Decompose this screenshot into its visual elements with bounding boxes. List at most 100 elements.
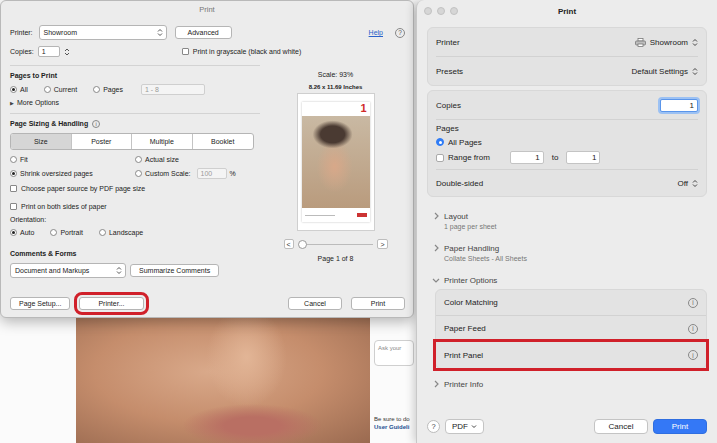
printer-option-row[interactable]: Color Matching i	[436, 290, 706, 316]
dialog-body: Printer Showroom PresetsDefault Settings Co…	[417, 22, 717, 411]
sizing-mode-tab[interactable]: Size	[11, 134, 72, 149]
page-slider[interactable]	[298, 240, 374, 249]
double-sided-label: Double-sided	[436, 179, 483, 188]
printer-label: Printer:	[10, 29, 33, 36]
sizing-radio[interactable]: Actual size	[135, 156, 260, 163]
printer-box: Printer Showroom PresetsDefault Settings	[427, 27, 707, 86]
comments-select[interactable]: Document and Markups	[10, 263, 126, 278]
paper-size: 8.26 x 11.69 Inches	[309, 84, 363, 90]
more-options[interactable]: ▶More Options	[10, 97, 260, 108]
printer-option-row[interactable]: Paper Feedi	[436, 316, 706, 342]
copies-field[interactable]: 1	[660, 99, 698, 112]
radio-label: Pages	[103, 86, 123, 93]
setting-popup[interactable]: Default Settings	[632, 67, 698, 76]
sizing-radio[interactable]: Fit	[10, 156, 135, 163]
range-from-field[interactable]: 1	[510, 151, 544, 164]
zoom-button[interactable]	[450, 7, 458, 15]
footer-button[interactable]: Page Setup...	[10, 297, 70, 310]
updown-icon	[692, 179, 698, 188]
section-header[interactable]: Printer Info	[427, 377, 707, 391]
pdf-button[interactable]: PDF	[445, 419, 484, 434]
pages-radio[interactable]: All	[10, 86, 28, 93]
sizing-mode-tab[interactable]: Poster	[72, 134, 133, 149]
radio-label: All	[20, 86, 28, 93]
copies-pages-box: Copies1PagesAll PagesRange from1to1Doubl…	[427, 90, 707, 197]
help-button[interactable]: ?	[427, 420, 440, 433]
sizing-mode-tab[interactable]: Multiple	[132, 134, 193, 149]
section-header[interactable]: Printer Options	[427, 273, 707, 287]
window-controls	[417, 7, 467, 15]
option-label: Color Matching	[444, 298, 498, 307]
ask-field[interactable]: Ask your	[374, 340, 414, 366]
options-column: Pages to PrintAllCurrentPages1 - 8▶More …	[10, 65, 260, 293]
page-number: 1	[360, 103, 366, 115]
radio-label: Current	[54, 86, 77, 93]
sizing-mode-tabs: SizePosterMultipleBooklet	[10, 133, 254, 150]
double-sided-popup[interactable]: Off	[677, 179, 698, 188]
sizing-mode-tab[interactable]: Booklet	[193, 134, 254, 149]
summarize-comments-button[interactable]: Summarize Comments	[130, 264, 219, 277]
custom-scale-field[interactable]: 100	[197, 168, 227, 179]
printer-icon	[635, 38, 646, 47]
printer-select[interactable]: Showroom	[39, 25, 167, 40]
printer-option-row[interactable]: Print Panel i	[436, 342, 706, 368]
checkbox-label: Print on both sides of paper	[21, 203, 107, 210]
setting-popup[interactable]: Showroom	[635, 38, 698, 47]
close-button[interactable]	[424, 7, 432, 15]
slider-thumb[interactable]	[298, 240, 307, 249]
sizing-radio[interactable]: Shrink oversized pages	[10, 168, 135, 179]
scale-unit: %	[230, 170, 236, 177]
pages-range-field[interactable]: 1 - 8	[141, 84, 205, 95]
section-header[interactable]: Paper Handling	[427, 241, 707, 255]
range-checkbox[interactable]	[436, 154, 444, 162]
preview-navigation: <>	[284, 239, 388, 249]
footer-button[interactable]: Printer...	[79, 297, 143, 310]
checkbox-box	[10, 203, 17, 210]
help-link[interactable]: Help	[369, 29, 383, 36]
info-icon[interactable]: i	[92, 120, 100, 128]
info-icon[interactable]: i	[688, 298, 698, 308]
dialog-body: Printer:ShowroomAdvancedHelp?Copies:1Pri…	[1, 17, 413, 317]
next-page-button[interactable]: >	[377, 239, 387, 249]
preview-area: 1	[297, 93, 375, 231]
logo-icon	[357, 213, 367, 217]
grayscale-checkbox[interactable]: Print in grayscale (black and white)	[182, 48, 302, 55]
minimize-button[interactable]	[437, 7, 445, 15]
print-button[interactable]: Print	[653, 419, 707, 434]
orientation-radio[interactable]: Portrait	[50, 229, 83, 236]
copies-field[interactable]: 1	[38, 46, 60, 57]
advanced-button[interactable]: Advanced	[175, 26, 232, 39]
page-sizing-group: Page Sizing & HandlingiSizePosterMultipl…	[10, 113, 260, 197]
previous-page-button[interactable]: <	[284, 239, 294, 249]
disclosure-section: Paper HandlingCollate Sheets - All Sheet…	[427, 241, 707, 265]
setting-row: PresetsDefault Settings	[436, 57, 698, 85]
info-icon[interactable]: i	[688, 350, 698, 360]
all-pages-radio[interactable]: All Pages	[436, 136, 698, 148]
sizing-radio[interactable]: Custom Scale: 100%	[135, 168, 260, 179]
checkbox-label: Print in grayscale (black and white)	[193, 48, 302, 55]
radio-dot	[99, 229, 106, 236]
action-button[interactable]: Print	[351, 297, 405, 310]
info-icon[interactable]: i	[688, 324, 698, 334]
option-label: Print Panel	[444, 351, 483, 360]
radio-label: Actual size	[145, 156, 179, 163]
cancel-button[interactable]: Cancel	[594, 419, 648, 434]
both-sides-checkbox[interactable]: Print on both sides of paper	[10, 203, 260, 210]
radio-label: Custom Scale:	[145, 170, 191, 177]
user-guide-link[interactable]: User Guideli	[374, 424, 414, 430]
comments-forms-group: Comments & FormsDocument and MarkupsSumm…	[10, 248, 260, 278]
setting-label: Printer	[436, 38, 460, 47]
orientation-radio[interactable]: Auto	[10, 229, 34, 236]
range-to-field[interactable]: 1	[566, 151, 600, 164]
stepper-icon[interactable]	[64, 47, 70, 57]
orientation-radio[interactable]: Landscape	[99, 229, 143, 236]
checkbox-box	[182, 48, 189, 55]
page-indicator: Page 1 of 8	[318, 255, 354, 262]
paper-source-checkbox[interactable]: Choose paper source by PDF page size	[10, 185, 260, 192]
section-header[interactable]: Layout	[427, 209, 707, 223]
pages-radio[interactable]: Current	[44, 86, 77, 93]
setting-value: Default Settings	[632, 67, 688, 76]
pages-radio[interactable]: Pages	[93, 86, 123, 93]
help-icon[interactable]: ?	[395, 28, 405, 38]
action-button[interactable]: Cancel	[288, 297, 342, 310]
